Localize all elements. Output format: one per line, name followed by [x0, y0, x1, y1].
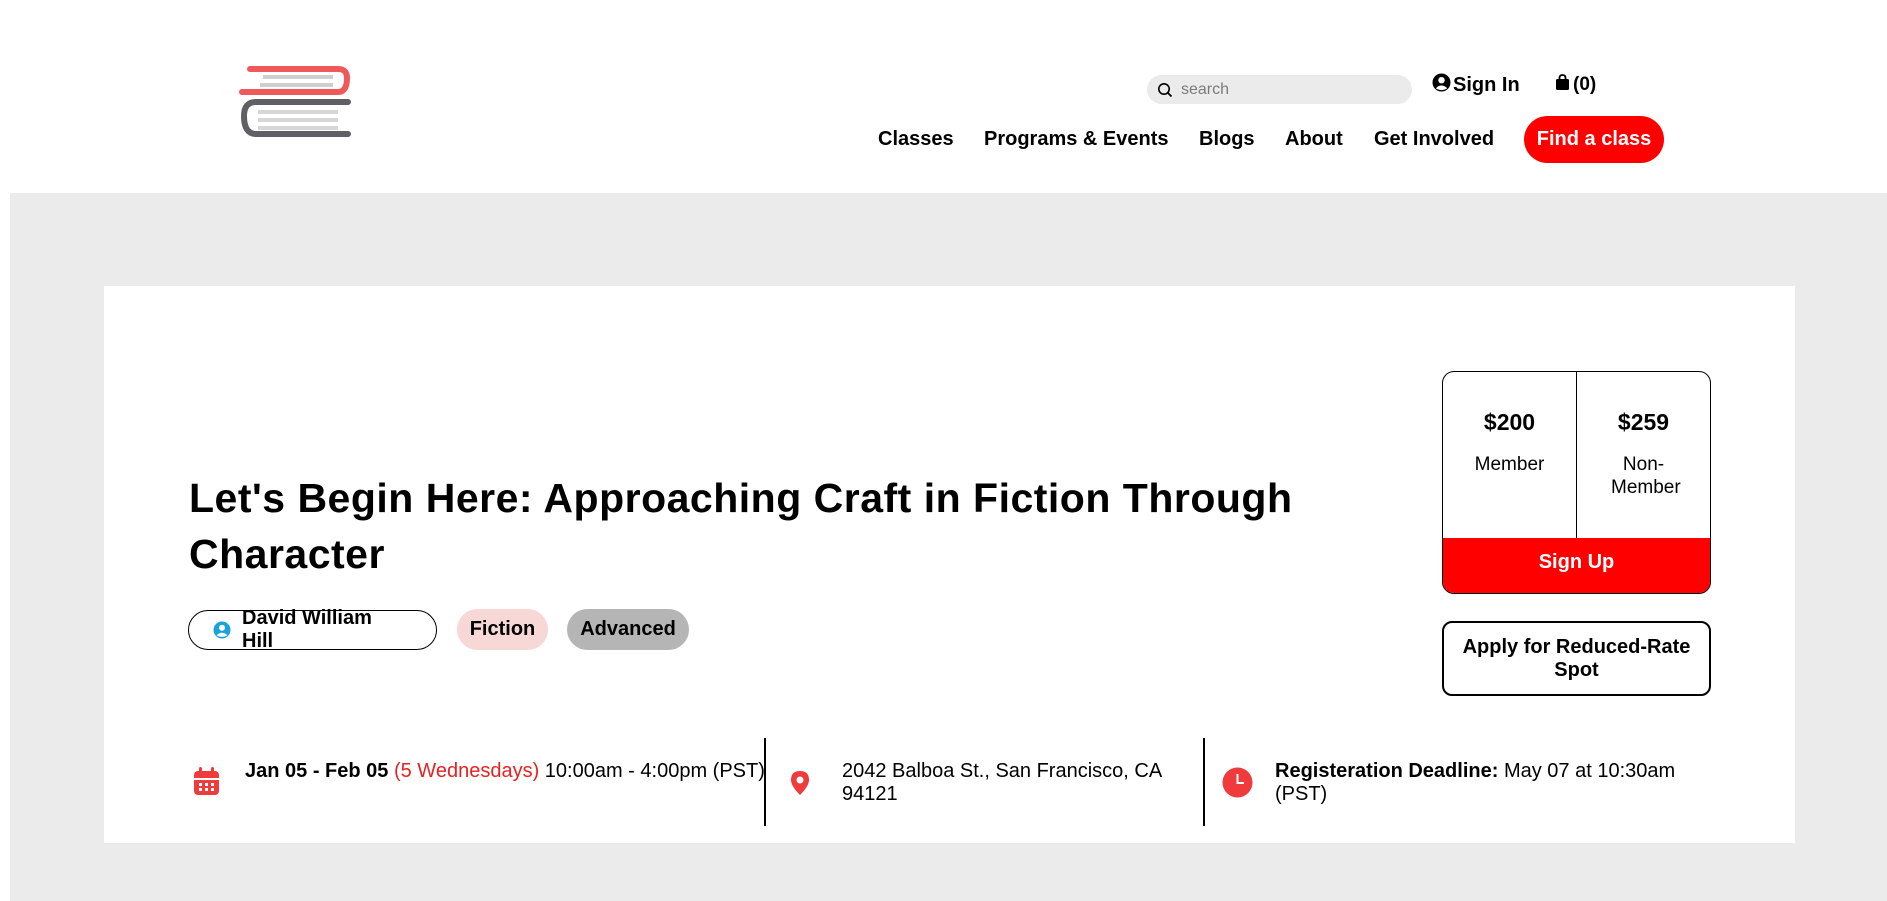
- info-divider: [1203, 738, 1205, 826]
- nonmember-price: $259: [1617, 409, 1670, 435]
- class-time: 10:00am - 4:00pm (PST): [544, 760, 765, 782]
- clock-icon: [1222, 767, 1253, 798]
- tag-fiction[interactable]: Fiction: [457, 609, 548, 650]
- deadline-label: Registeration Deadline:: [1275, 760, 1499, 782]
- site-header: Sign In (0) Classes Programs & Events Bl…: [0, 0, 1887, 193]
- books-logo[interactable]: [238, 66, 351, 140]
- search-icon: [1157, 82, 1173, 98]
- search-input[interactable]: [1179, 79, 1403, 100]
- member-label: Member: [1474, 454, 1545, 475]
- class-tags: David William Hill Fiction Advanced: [188, 606, 689, 652]
- author-name: David William Hill: [242, 606, 372, 652]
- pricing-box: $200 Member $259 Non-Member Sign Up: [1442, 371, 1711, 594]
- sign-up-button[interactable]: Sign Up: [1443, 538, 1710, 593]
- nonmember-price-column: $259 Non-Member: [1577, 372, 1710, 538]
- member-price: $200: [1483, 409, 1536, 435]
- find-a-class-button[interactable]: Find a class: [1524, 116, 1664, 163]
- reduced-rate-button[interactable]: Apply for Reduced-Rate Spot: [1442, 621, 1711, 696]
- cart-count: (0): [1573, 74, 1597, 95]
- search-bar[interactable]: [1147, 75, 1412, 104]
- nav-get-involved[interactable]: Get Involved: [1374, 128, 1494, 151]
- user-circle-icon: [1432, 73, 1451, 92]
- member-price-column: $200 Member: [1443, 372, 1577, 538]
- shopping-bag-icon: [1555, 73, 1570, 91]
- class-title: Let's Begin Here: Approaching Craft in F…: [189, 475, 1293, 577]
- cart-link[interactable]: (0): [1555, 73, 1597, 96]
- nav-blogs[interactable]: Blogs: [1199, 128, 1255, 151]
- class-dates: Jan 05 - Feb 05: [245, 760, 389, 782]
- location-pin-icon: [789, 770, 811, 796]
- nav-programs-events[interactable]: Programs & Events: [984, 128, 1169, 151]
- user-circle-icon: [213, 621, 231, 639]
- nonmember-label: Non-Member: [1611, 454, 1681, 498]
- info-divider: [764, 738, 766, 826]
- tag-advanced[interactable]: Advanced: [567, 609, 689, 650]
- nav-classes[interactable]: Classes: [878, 128, 954, 151]
- author-tag[interactable]: David William Hill: [188, 606, 437, 652]
- schedule-text: Jan 05 - Feb 05 (5 Wednesdays) 10:00am -…: [245, 760, 765, 783]
- nav-about[interactable]: About: [1285, 128, 1343, 151]
- location-address[interactable]: 2042 Balboa St., San Francisco, CA 94121: [842, 760, 1202, 806]
- sign-in-link[interactable]: Sign In: [1432, 73, 1520, 97]
- class-sessions: (5 Wednesdays): [393, 760, 540, 782]
- deadline-text: Registeration Deadline: May 07 at 10:30a…: [1275, 760, 1695, 806]
- calendar-icon: [193, 767, 220, 796]
- sign-in-label: Sign In: [1453, 74, 1520, 96]
